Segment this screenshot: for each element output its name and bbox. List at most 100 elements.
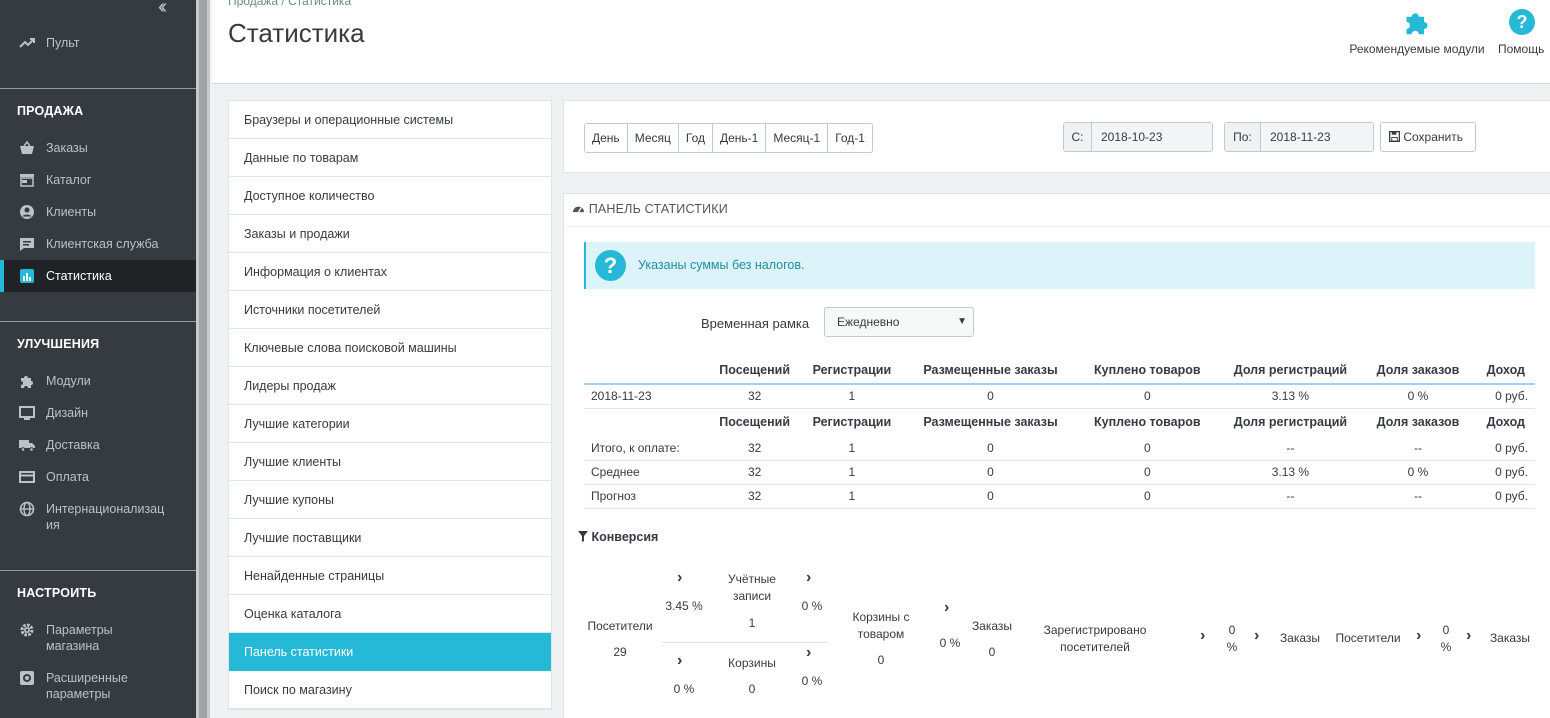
table-cell: Итого, к оплате: bbox=[584, 436, 709, 461]
sidebar-item-advanced-params[interactable]: Расширенные параметры bbox=[0, 670, 196, 702]
stats-menu-item[interactable]: Лучшие поставщики bbox=[229, 519, 551, 557]
period-month-button[interactable]: Месяц bbox=[627, 124, 679, 152]
table-header-row: Посещений Регистрации Размещенные заказы Ку… bbox=[584, 408, 1535, 436]
column-header: Размещенные заказы bbox=[903, 356, 1078, 385]
svg-text:?: ? bbox=[1517, 12, 1528, 32]
sidebar-item-catalog[interactable]: Каталог bbox=[0, 172, 196, 188]
sidebar-item-label: Параметры магазина bbox=[46, 623, 113, 653]
dashboard-icon bbox=[572, 202, 585, 216]
period-prev-month-button[interactable]: Месяц-1 bbox=[766, 124, 829, 152]
chevron-right-icon: › bbox=[806, 569, 812, 586]
carts-value: 0 bbox=[748, 682, 756, 696]
period-year-button[interactable]: Год bbox=[678, 124, 713, 152]
sidebar-item-international[interactable]: Интернационализац ия bbox=[0, 501, 190, 533]
sidebar-item-label: Дизайн bbox=[46, 406, 89, 420]
divider bbox=[0, 570, 196, 571]
sidebar-item-design[interactable]: Дизайн bbox=[0, 405, 196, 421]
stats-menu-item[interactable]: Ненайденные страницы bbox=[229, 557, 551, 595]
card-icon bbox=[18, 469, 36, 485]
table-cell: 0 руб. bbox=[1471, 384, 1535, 409]
visitors2-label: Посетители bbox=[1335, 631, 1401, 645]
tool-label: Рекомендуемые модули bbox=[1349, 42, 1485, 56]
period-prev-year-button[interactable]: Год-1 bbox=[828, 124, 872, 152]
table-cell: 32 bbox=[708, 460, 801, 485]
rate-visitors-carts: 0 % bbox=[673, 682, 695, 696]
date-from-input[interactable]: 2018-10-23 bbox=[1092, 123, 1212, 151]
table-header-row: Посещений Регистрации Размещенные заказы Ку… bbox=[584, 356, 1535, 385]
help-button[interactable]: ? Помощь bbox=[1498, 8, 1550, 56]
stats-menu-item[interactable]: Лидеры продаж bbox=[229, 367, 551, 405]
section-title-configure: НАСТРОИТЬ bbox=[17, 586, 97, 600]
stats-menu-item[interactable]: Лучшие категории bbox=[229, 405, 551, 443]
orders-value: 0 bbox=[988, 645, 996, 659]
sidebar-item-orders[interactable]: Заказы bbox=[0, 140, 196, 156]
accounts-label: Учётные записи bbox=[728, 572, 776, 603]
stats-menu-item[interactable]: Оценка каталога bbox=[229, 595, 551, 633]
recommended-modules-button[interactable]: Рекомендуемые модули bbox=[1346, 8, 1488, 56]
table-cell: 0 bbox=[1077, 384, 1217, 409]
stats-menu-item[interactable]: Источники посетителей bbox=[229, 291, 551, 329]
carts-label: Корзины bbox=[728, 656, 776, 670]
stats-menu-item[interactable]: Ключевые слова поисковой машины bbox=[229, 329, 551, 367]
settings-box-icon bbox=[18, 670, 36, 686]
sidebar-item-customer-service[interactable]: Клиентская служба bbox=[0, 236, 196, 252]
basket-icon bbox=[18, 140, 36, 156]
question-icon: ? bbox=[595, 250, 626, 281]
accounts-value: 1 bbox=[748, 616, 756, 630]
sidebar-item-modules[interactable]: Модули bbox=[0, 373, 196, 389]
double-chevron-left-icon[interactable]: ‹‹ bbox=[158, 0, 168, 19]
table-cell: -- bbox=[1216, 436, 1365, 461]
stats-menu-item[interactable]: Информация о клиентах bbox=[229, 253, 551, 291]
date-to-field: По: 2018-11-23 bbox=[1224, 122, 1374, 152]
column-header: Регистрации bbox=[812, 415, 892, 430]
trend-icon bbox=[18, 35, 36, 51]
sidebar: ‹‹ Пульт ПРОДАЖА Заказы Каталог Клиенты … bbox=[0, 0, 196, 718]
conversion-title-text: Конверсия bbox=[591, 530, 659, 544]
table-cell: 1 bbox=[800, 460, 904, 485]
table-cell: 3.13 % bbox=[1216, 384, 1365, 409]
sidebar-scrollbar[interactable] bbox=[196, 0, 210, 718]
stats-menu-item[interactable]: Заказы и продажи bbox=[229, 215, 551, 253]
table-row: Итого, к оплате: 32 1 0 0 -- -- 0 руб. bbox=[584, 436, 1535, 461]
column-header bbox=[584, 408, 709, 436]
breadcrumb[interactable]: Продажа / Статистика bbox=[228, 0, 351, 8]
column-header: Доля заказов bbox=[1376, 415, 1460, 430]
stats-menu-item[interactable]: Поиск по магазину bbox=[229, 671, 551, 709]
filter-icon bbox=[578, 530, 588, 544]
column-header: Доля регистраций bbox=[1233, 415, 1348, 430]
sidebar-item-payment[interactable]: Оплата bbox=[0, 469, 196, 485]
table-cell: 0 bbox=[1077, 460, 1217, 485]
chevron-right-icon: › bbox=[1254, 627, 1260, 644]
sidebar-item-stats[interactable]: Статистика bbox=[0, 260, 196, 292]
rate-full-carts-orders: 0 % bbox=[939, 636, 961, 650]
stats-menu-item[interactable]: Доступное количество bbox=[229, 177, 551, 215]
sidebar-item-label: Заказы bbox=[46, 141, 88, 155]
table-cell: 0 bbox=[903, 484, 1078, 509]
chevron-right-icon: › bbox=[677, 569, 683, 586]
divider bbox=[0, 88, 196, 89]
scrollbar-thumb[interactable] bbox=[199, 0, 207, 718]
rate-accounts-full-carts: 0 % bbox=[801, 599, 823, 613]
sidebar-item-shipping[interactable]: Доставка bbox=[0, 437, 196, 453]
stats-dashboard-panel: ПАНЕЛЬ СТАТИСТИКИ ? Указаны суммы без на… bbox=[563, 193, 1550, 718]
timeframe-value: Ежедневно bbox=[837, 315, 900, 329]
stats-menu-item[interactable]: Данные по товарам bbox=[229, 139, 551, 177]
stats-menu-item[interactable]: Лучшие купоны bbox=[229, 481, 551, 519]
tool-label: Помощь bbox=[1498, 42, 1545, 56]
sidebar-item-shop-params[interactable]: Параметры магазина bbox=[0, 622, 196, 654]
rate-visitors-accounts: 3.45 % bbox=[665, 599, 703, 613]
visitors-label: Посетители bbox=[587, 619, 653, 633]
stats-menu-item[interactable]: Лучшие клиенты bbox=[229, 443, 551, 481]
period-button-group: День Месяц Год День-1 Месяц-1 Год-1 bbox=[584, 123, 873, 153]
stats-menu-item[interactable]: Браузеры и операционные системы bbox=[229, 101, 551, 139]
timeframe-select[interactable]: Ежедневно ▼ bbox=[824, 307, 974, 337]
timeframe-label: Временная рамка bbox=[701, 316, 810, 331]
period-day-button[interactable]: День bbox=[585, 124, 628, 152]
save-button[interactable]: Сохранить bbox=[1380, 122, 1476, 152]
date-to-input[interactable]: 2018-11-23 bbox=[1261, 123, 1373, 151]
chevron-right-icon: › bbox=[806, 644, 812, 661]
period-prev-day-button[interactable]: День-1 bbox=[712, 124, 767, 152]
stats-menu-item[interactable]: Панель статистики bbox=[229, 633, 551, 671]
sidebar-item-dashboard[interactable]: Пульт bbox=[0, 35, 196, 51]
sidebar-item-customers[interactable]: Клиенты bbox=[0, 204, 196, 220]
